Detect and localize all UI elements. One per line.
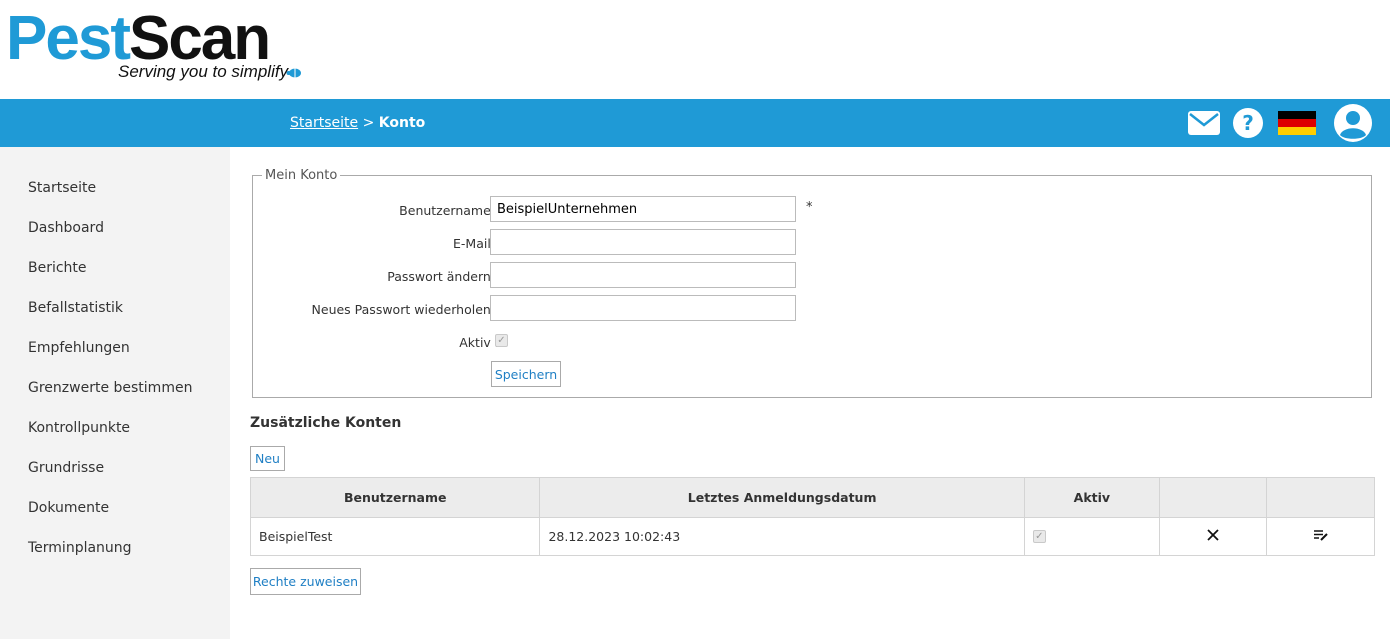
sidebar-item-dokumente[interactable]: Dokumente <box>28 500 109 516</box>
save-button[interactable]: Speichern <box>491 361 561 387</box>
username-input[interactable] <box>490 196 796 222</box>
sidebar-item-grenzwerte[interactable]: Grenzwerte bestimmen <box>28 380 192 396</box>
german-flag-icon[interactable] <box>1278 105 1316 141</box>
edit-list-icon[interactable] <box>1313 529 1328 541</box>
sidebar-item-dashboard[interactable]: Dashboard <box>28 220 104 236</box>
sidebar-item-startseite[interactable]: Startseite <box>28 180 96 196</box>
sidebar-item-grundrisse[interactable]: Grundrisse <box>28 460 104 476</box>
additional-accounts-table: Benutzername Letztes Anmeldungsdatum Akt… <box>249 477 1375 556</box>
breadcrumb: Startseite > Konto <box>290 115 425 131</box>
logo-tagline: Serving you to simplify <box>118 62 289 81</box>
breadcrumb-home-link[interactable]: Startseite <box>290 115 358 131</box>
sidebar-item-befallstatistik[interactable]: Befallstatistik <box>28 300 123 316</box>
svg-text:?: ? <box>1242 111 1254 135</box>
assign-rights-button[interactable]: Rechte zuweisen <box>250 568 361 595</box>
my-account-legend: Mein Konto <box>265 168 338 183</box>
user-avatar-icon[interactable] <box>1332 102 1374 144</box>
active-checkbox[interactable]: ✓ <box>495 334 508 347</box>
top-navigation-bar: Startseite > Konto ? <box>0 99 1390 147</box>
password-input[interactable] <box>490 262 796 288</box>
column-header-active[interactable]: Aktiv <box>1023 477 1160 518</box>
column-header-username[interactable]: Benutzername <box>249 477 541 518</box>
row-last-login: 28.12.2023 10:02:43 <box>539 517 1025 556</box>
help-icon[interactable]: ? <box>1232 105 1264 141</box>
column-header-last-login[interactable]: Letztes Anmeldungsdatum <box>539 477 1025 518</box>
sidebar-item-kontrollpunkte[interactable]: Kontrollpunkte <box>28 420 130 436</box>
row-edit-cell <box>1266 517 1375 556</box>
column-header-delete <box>1158 477 1268 518</box>
close-icon[interactable] <box>1207 529 1219 541</box>
username-label: Benutzername : <box>399 203 499 218</box>
table-header-row: Benutzername Letztes Anmeldungsdatum Akt… <box>249 477 1375 518</box>
breadcrumb-separator: > <box>362 115 375 131</box>
sidebar-item-berichte[interactable]: Berichte <box>28 260 87 276</box>
email-input[interactable] <box>490 229 796 255</box>
password-repeat-label: Neues Passwort wiederholen : <box>311 302 499 317</box>
required-marker: * <box>806 200 813 215</box>
row-active-checkbox[interactable]: ✓ <box>1032 530 1046 543</box>
new-account-button[interactable]: Neu <box>250 446 285 471</box>
sidebar-item-terminplanung[interactable]: Terminplanung <box>28 540 132 556</box>
bug-icon <box>286 68 301 78</box>
breadcrumb-current: Konto <box>378 115 426 131</box>
logo-pest-text: Pest <box>6 4 131 73</box>
password-repeat-input[interactable] <box>490 295 796 321</box>
additional-accounts-title: Zusätzliche Konten <box>250 415 402 431</box>
pestscan-logo[interactable]: PestScan Serving you to simplify <box>6 4 306 94</box>
row-delete-cell <box>1158 517 1268 556</box>
mail-icon[interactable] <box>1188 105 1220 141</box>
active-label: Aktiv : <box>459 335 499 350</box>
column-header-edit <box>1266 477 1375 518</box>
sidebar-navigation: Startseite Dashboard Berichte Befallstat… <box>0 147 230 639</box>
password-label: Passwort ändern : <box>387 269 499 284</box>
row-username: BeispielTest <box>249 517 541 556</box>
sidebar-item-empfehlungen[interactable]: Empfehlungen <box>28 340 130 356</box>
row-active-cell: ✓ <box>1023 517 1160 556</box>
table-row: BeispielTest 28.12.2023 10:02:43 ✓ <box>249 517 1375 556</box>
